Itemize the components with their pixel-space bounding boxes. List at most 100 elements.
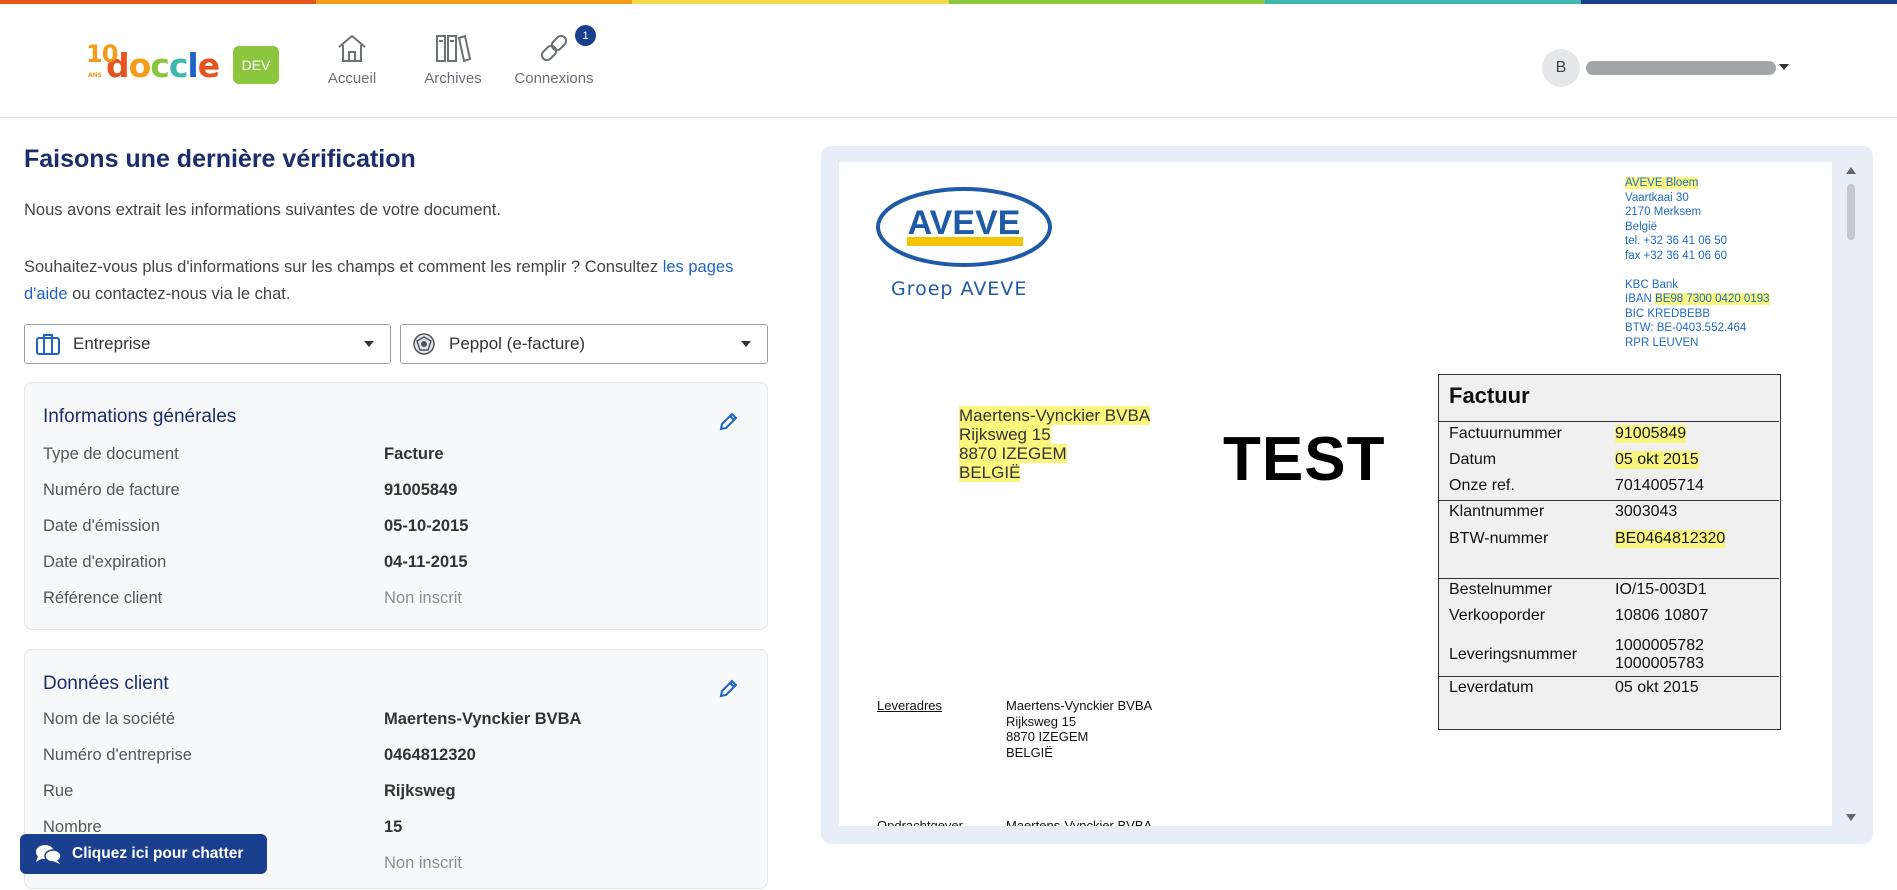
field-client-reference[interactable]: Référence client Non inscrit xyxy=(43,589,743,625)
nav-label: Accueil xyxy=(327,70,377,87)
field-company-name[interactable]: Nom de la société Maertens-Vynckier BVBA xyxy=(43,710,743,746)
select-value: Peppol (e-facture) xyxy=(449,334,586,353)
invoice-value-line: 1000005783 xyxy=(1615,655,1704,672)
invoice-row-label: Verkooporder xyxy=(1449,607,1546,624)
aveve-logo-text: AVEVE xyxy=(908,204,1021,242)
field-street[interactable]: Rue Rijksweg xyxy=(43,782,743,818)
field-company-number[interactable]: Numéro d'entreprise 0464812320 xyxy=(43,746,743,782)
chevron-down-icon xyxy=(364,341,374,347)
field-value: Rijksweg xyxy=(384,782,456,800)
delivery-line: 8870 IZEGEM xyxy=(1006,729,1089,744)
sender-btw: BTW: BE-0403.552.464 xyxy=(1625,322,1747,334)
divider xyxy=(1439,676,1779,677)
invoice-row-value: BE0464812320 xyxy=(1615,530,1726,548)
scroll-down-icon[interactable] xyxy=(1846,814,1856,821)
field-value: Non inscrit xyxy=(384,589,462,607)
general-info-card: Informations générales Type de document F… xyxy=(24,382,768,630)
channel-select[interactable]: Peppol (e-facture) xyxy=(400,324,768,364)
verification-panel: Faisons une dernière vérification Nous a… xyxy=(24,118,768,889)
field-value: Maertens-Vynckier BVBA xyxy=(384,710,582,728)
chat-button[interactable]: Cliquez ici pour chatter xyxy=(20,834,267,874)
invoice-row-value: IO/15-003D1 xyxy=(1615,581,1707,598)
invoice-row-label: Factuurnummer xyxy=(1449,425,1562,442)
client-value-cut: Maertens-Vynckier BVBA xyxy=(1006,818,1153,826)
nav-accueil[interactable]: Accueil xyxy=(302,32,402,87)
card-title: Données client xyxy=(43,673,169,694)
sender-city: 2170 Merksem xyxy=(1625,206,1702,218)
invoice-box: Factuur Factuurnummer 91005849 Datum 05 ok… xyxy=(1438,374,1781,730)
invoice-row-value: 05 okt 2015 xyxy=(1615,679,1699,696)
user-menu-caret-icon[interactable] xyxy=(1779,64,1789,70)
customer-line: Rijksweg 15 xyxy=(959,425,1051,444)
pencil-edit-icon[interactable] xyxy=(717,678,739,700)
invoice-row-label: Klantnummer xyxy=(1449,503,1545,520)
user-avatar[interactable]: B xyxy=(1542,49,1580,87)
invoice-row-value: 05 okt 2015 xyxy=(1615,451,1699,469)
link-icon xyxy=(540,34,568,62)
field-value: 15 xyxy=(384,818,403,836)
sender-bank: KBC Bank xyxy=(1625,278,1679,291)
delivery-line: Maertens-Vynckier BVBA xyxy=(1006,698,1153,713)
field-document-type[interactable]: Type de document Facture xyxy=(43,445,743,481)
field-label: Nom de la société xyxy=(43,710,176,728)
customer-line: 8870 IZEGEM xyxy=(959,444,1067,463)
chat-button-label: Cliquez ici pour chatter xyxy=(72,845,244,862)
briefcase-icon xyxy=(35,331,61,357)
field-due-date[interactable]: Date d'expiration 04-11-2015 xyxy=(43,553,743,589)
invoice-row-label: Bestelnummer xyxy=(1449,581,1553,598)
sender-address: AVEVE Bloem Vaartkaai 30 2170 Merksem Be… xyxy=(1625,176,1770,350)
test-watermark: TEST xyxy=(1223,425,1386,494)
scroll-up-icon[interactable] xyxy=(1846,167,1856,174)
pencil-edit-icon[interactable] xyxy=(717,411,739,433)
invoice-row-value: 1000005782 1000005783 xyxy=(1615,637,1704,673)
field-label: Type de document xyxy=(43,445,179,463)
aveve-group-text: Groep AVEVE xyxy=(891,278,1028,300)
archive-binders-icon xyxy=(436,34,472,63)
env-badge: DEV xyxy=(233,46,279,84)
client-label-cut: Opdrachtgever xyxy=(877,818,963,826)
chevron-down-icon xyxy=(741,341,751,347)
home-icon xyxy=(338,34,366,62)
divider xyxy=(1439,500,1779,501)
invoice-row-label: Datum xyxy=(1449,451,1497,468)
nav-archives[interactable]: Archives xyxy=(403,32,503,87)
invoice-row-label: Onze ref. xyxy=(1449,477,1515,494)
iban-label: IBAN xyxy=(1625,293,1652,305)
card-title: Informations générales xyxy=(43,406,237,427)
field-label: Rue xyxy=(43,782,74,800)
top-header: 10 ANS doccle DEV Accueil Archives Conne… xyxy=(0,4,1897,118)
user-name-redacted[interactable] xyxy=(1586,61,1776,75)
invoice-row-value: 7014005714 xyxy=(1615,477,1704,494)
logo-ans: ANS xyxy=(88,72,102,79)
field-value: Non inscrit xyxy=(384,854,462,872)
invoice-value-line: 1000005782 xyxy=(1615,637,1704,654)
sender-street: Vaartkaai 30 xyxy=(1625,191,1689,204)
document-scrollbar[interactable] xyxy=(1843,162,1859,826)
logo-years: 10 xyxy=(86,40,118,68)
invoice-row-label: Leverdatum xyxy=(1449,679,1534,696)
sender-country: België xyxy=(1625,220,1657,233)
nav-label: Connexions xyxy=(514,70,594,87)
help-text-before: Souhaitez-vous plus d'informations sur l… xyxy=(24,258,663,276)
sender-rpr: RPR LEUVEN xyxy=(1625,336,1699,349)
divider xyxy=(1439,578,1779,579)
scroll-thumb[interactable] xyxy=(1847,184,1855,240)
aveve-logo: AVEVE xyxy=(876,187,1052,267)
doccle-logo[interactable]: 10 ANS doccle xyxy=(86,40,220,85)
field-value: 04-11-2015 xyxy=(384,553,468,571)
delivery-label: Leveradres xyxy=(877,698,943,713)
sender-type-select[interactable]: Entreprise xyxy=(24,324,391,364)
select-value: Entreprise xyxy=(73,334,151,353)
connexions-count-badge: 1 xyxy=(575,25,596,46)
field-issue-date[interactable]: Date d'émission 05-10-2015 xyxy=(43,517,743,553)
document-page[interactable]: AVEVE Groep AVEVE AVEVE Bloem Vaartkaai … xyxy=(839,162,1832,826)
field-invoice-number[interactable]: Numéro de facture 91005849 xyxy=(43,481,743,517)
sender-name: AVEVE Bloem xyxy=(1625,177,1699,189)
sender-iban: BE98 7300 0420 0193 xyxy=(1655,293,1770,305)
page-title: Faisons une dernière vérification xyxy=(24,145,416,173)
delivery-line: Rijksweg 15 xyxy=(1006,713,1077,729)
delivery-line: BELGIË xyxy=(1006,744,1053,760)
field-label: Référence client xyxy=(43,589,163,607)
delivery-address: Maertens-Vynckier BVBA Rijksweg 15 8870 … xyxy=(1006,698,1152,760)
field-label: Numéro de facture xyxy=(43,481,180,499)
